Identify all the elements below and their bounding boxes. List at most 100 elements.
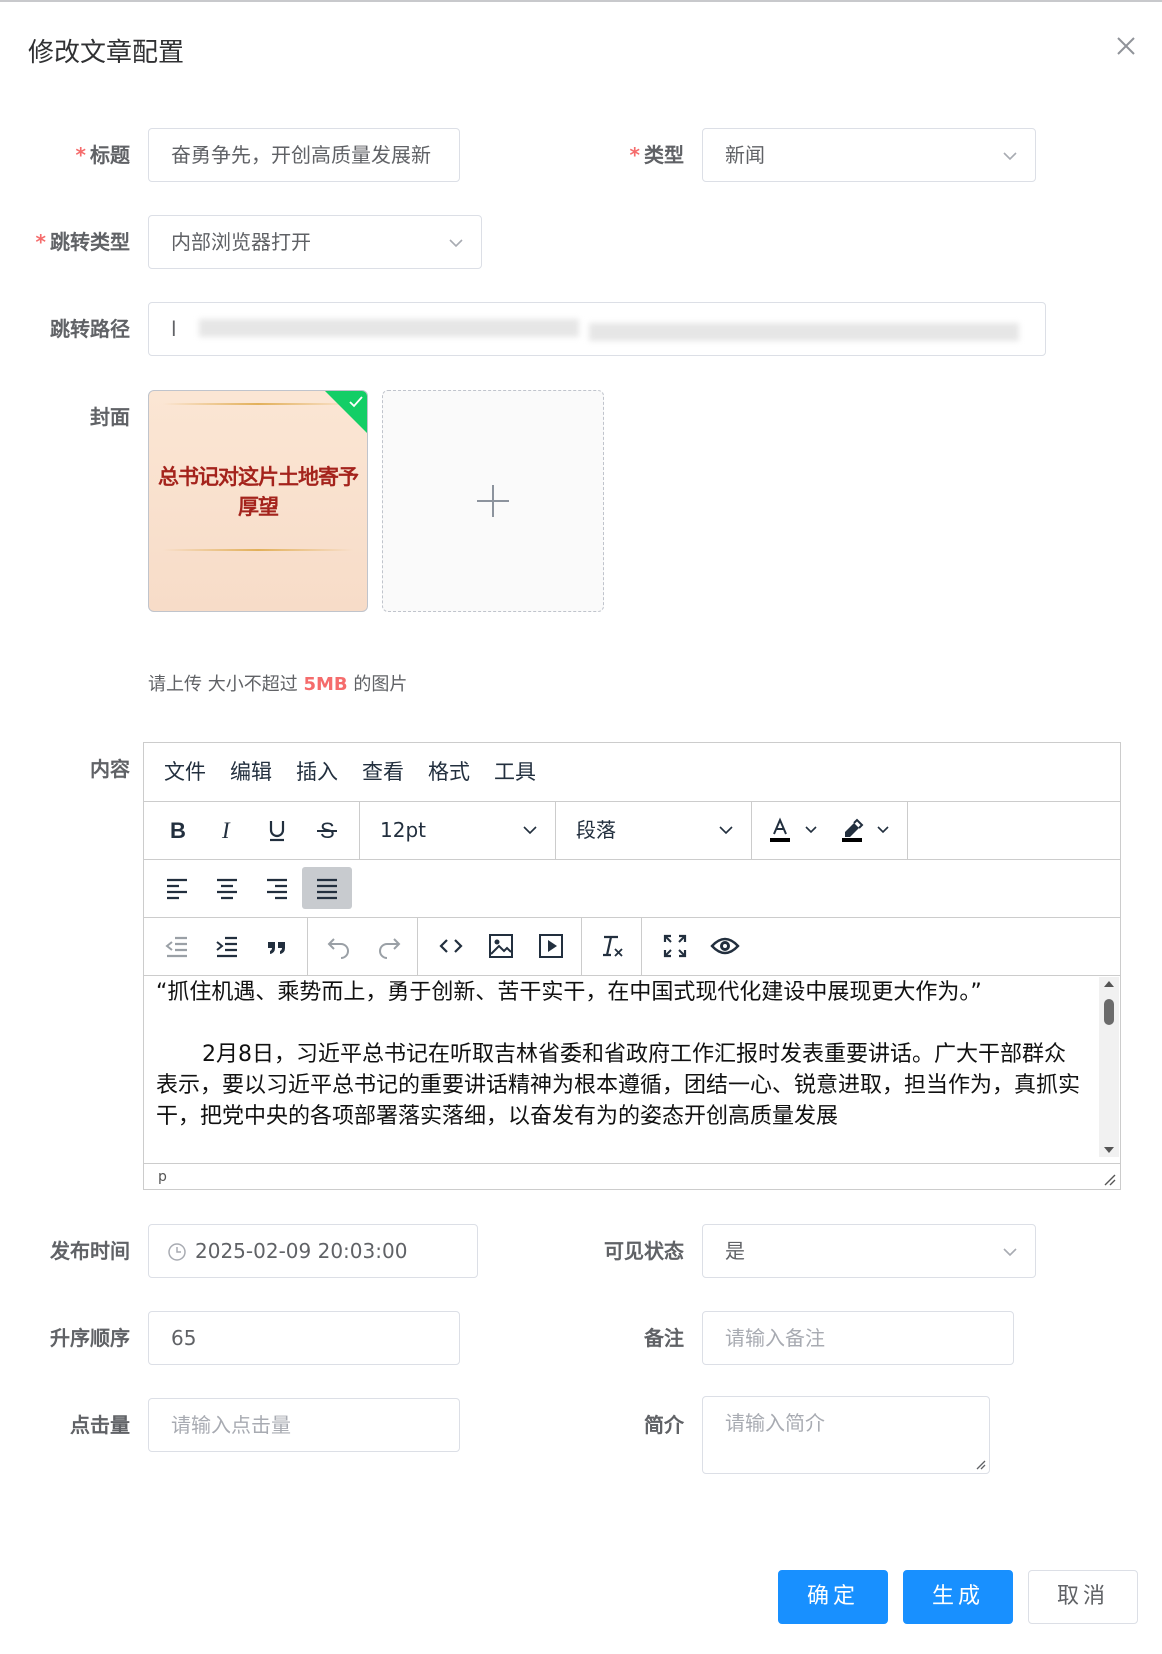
- text-color-button[interactable]: [762, 809, 798, 851]
- cover-upload-button[interactable]: [382, 390, 604, 612]
- align-center-icon: [217, 878, 237, 900]
- align-justify-button[interactable]: [302, 867, 352, 909]
- menu-insert[interactable]: 插入: [296, 743, 338, 801]
- highlight-icon: [842, 818, 864, 842]
- outdent-icon: [165, 936, 187, 958]
- svg-text:I: I: [221, 818, 231, 842]
- confirm-button[interactable]: 确定: [778, 1570, 888, 1624]
- code-icon: [439, 939, 463, 953]
- sort-input[interactable]: 65: [148, 1311, 460, 1365]
- blockquote-button[interactable]: [252, 925, 302, 967]
- cover-image[interactable]: 总书记对这片土地寄予厚望: [148, 390, 368, 612]
- image-icon: [489, 934, 513, 958]
- type-select-value: 新闻: [725, 143, 765, 167]
- align-right-button[interactable]: [252, 867, 302, 909]
- plus-icon: [477, 485, 509, 517]
- chevron-down-icon: [1003, 152, 1017, 161]
- strikethrough-button[interactable]: S: [302, 809, 352, 851]
- jump-path-value: l: [171, 317, 177, 341]
- upload-tip: 请上传 大小不超过 5MB 的图片: [148, 674, 408, 695]
- quote-icon: [268, 942, 285, 954]
- clicks-input[interactable]: 请输入点击量: [148, 1398, 460, 1452]
- highlight-color-button[interactable]: [834, 809, 870, 851]
- editor-content[interactable]: “抓住机遇、乘势而上，勇于创新、苦干实干，在中国式现代化建设中展现更大作为。” …: [144, 977, 1094, 1157]
- clear-format-button[interactable]: [587, 925, 637, 967]
- align-right-icon: [267, 878, 287, 900]
- redo-button[interactable]: [364, 925, 414, 967]
- edit-article-dialog: 修改文章配置 * 标题 奋勇争先，开创高质量发展新 * 类型 新闻 * 跳转类型 内部…: [0, 0, 1162, 1654]
- indent-button[interactable]: [202, 925, 252, 967]
- publish-time-label: 发布时间: [50, 1239, 130, 1263]
- editor-scrollbar[interactable]: [1099, 977, 1119, 1157]
- chevron-down-icon: [523, 826, 537, 835]
- close-icon[interactable]: [1112, 32, 1140, 60]
- resize-handle-icon[interactable]: [1102, 1172, 1116, 1186]
- menu-tools[interactable]: 工具: [494, 743, 536, 801]
- insert-image-button[interactable]: [476, 925, 526, 967]
- content-paragraph: “抓住机遇、乘势而上，勇于创新、苦干实干，在中国式现代化建设中展现更大作为。”: [156, 980, 982, 1005]
- editor-toolbar-row: [144, 917, 1120, 976]
- rich-text-editor: 文件 编辑 插入 查看 格式 工具 B I S 12pt 段落: [143, 742, 1121, 1190]
- clicks-label: 点击量: [70, 1413, 130, 1437]
- type-select[interactable]: 新闻: [702, 128, 1036, 182]
- bold-button[interactable]: B: [152, 809, 202, 851]
- menu-format[interactable]: 格式: [428, 743, 470, 801]
- italic-icon: I: [221, 818, 231, 842]
- preview-button[interactable]: [700, 925, 750, 967]
- intro-textarea[interactable]: 请输入简介: [702, 1396, 990, 1474]
- chevron-down-icon: [449, 239, 463, 248]
- block-format-select[interactable]: 段落: [556, 801, 752, 859]
- redacted-text: [199, 319, 579, 337]
- align-justify-icon: [317, 878, 337, 900]
- highlight-color-dropdown[interactable]: [870, 809, 896, 851]
- publish-time-value: 2025-02-09 20:03:00: [195, 1239, 408, 1263]
- title-input[interactable]: 奋勇争先，开创高质量发展新: [148, 128, 460, 182]
- underline-button[interactable]: [252, 809, 302, 851]
- remark-input[interactable]: 请输入备注: [702, 1311, 1014, 1365]
- history-group: [308, 917, 418, 975]
- insert-media-button[interactable]: [526, 925, 576, 967]
- visible-select[interactable]: 是: [702, 1224, 1036, 1278]
- jump-type-select[interactable]: 内部浏览器打开: [148, 215, 482, 269]
- align-center-button[interactable]: [202, 867, 252, 909]
- align-left-button[interactable]: [152, 867, 202, 909]
- redacted-text: [589, 323, 1019, 341]
- text-color-dropdown[interactable]: [798, 809, 824, 851]
- code-button[interactable]: [426, 925, 476, 967]
- jump-type-select-value: 内部浏览器打开: [171, 230, 311, 254]
- svg-text:B: B: [170, 818, 186, 842]
- align-left-icon: [167, 878, 187, 900]
- check-icon: [349, 396, 363, 408]
- generate-button[interactable]: 生成: [903, 1570, 1013, 1624]
- menu-view[interactable]: 查看: [362, 743, 404, 801]
- outdent-button[interactable]: [152, 925, 202, 967]
- dialog-title: 修改文章配置: [28, 38, 185, 68]
- sort-label: 升序顺序: [50, 1326, 130, 1350]
- fullscreen-button[interactable]: [650, 925, 700, 967]
- publish-time-picker[interactable]: 2025-02-09 20:03:00: [148, 1224, 478, 1278]
- jump-path-input[interactable]: l: [148, 302, 1046, 356]
- undo-icon: [327, 938, 349, 959]
- cover-image-text: 总书记对这片土地寄予厚望: [158, 464, 359, 519]
- menu-file[interactable]: 文件: [164, 743, 206, 801]
- jump-path-label: 跳转路径: [50, 317, 130, 341]
- indent-icon: [216, 936, 237, 958]
- intro-label: 简介: [644, 1413, 684, 1437]
- scrollbar-track: [1104, 981, 1114, 1153]
- undo-button[interactable]: [314, 925, 364, 967]
- redo-icon: [379, 938, 401, 959]
- font-size-value: 12pt: [380, 818, 426, 842]
- cover-decor-line: [163, 549, 353, 551]
- cancel-button[interactable]: 取消: [1028, 1570, 1138, 1624]
- type-label: * 类型: [629, 143, 684, 167]
- bold-icon: B: [170, 818, 186, 842]
- resize-handle-icon[interactable]: [974, 1458, 986, 1470]
- intro-placeholder: 请输入简介: [725, 1411, 825, 1435]
- italic-button[interactable]: I: [202, 809, 252, 851]
- video-icon: [539, 934, 563, 958]
- font-size-select[interactable]: 12pt: [360, 801, 556, 859]
- chevron-down-icon: [805, 826, 817, 834]
- element-path: p: [158, 1169, 167, 1185]
- text-color-icon: [770, 817, 790, 842]
- menu-edit[interactable]: 编辑: [230, 743, 272, 801]
